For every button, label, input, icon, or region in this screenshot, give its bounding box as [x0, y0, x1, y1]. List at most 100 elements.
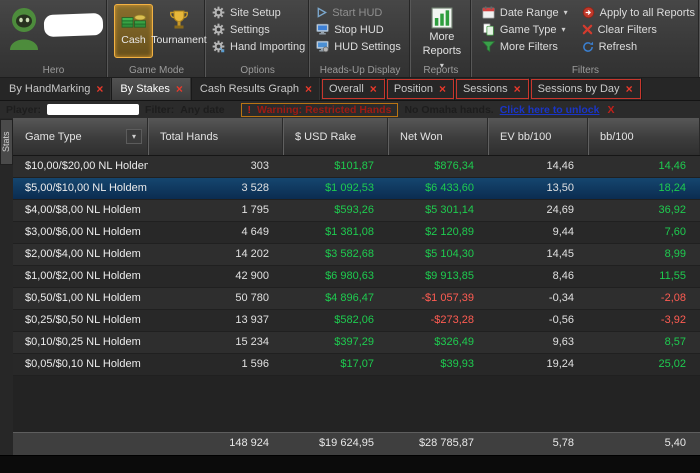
tab-by-stakes[interactable]: By Stakes × [112, 78, 192, 100]
totals-row: 148 924 $19 624,95 $28 785,87 5,78 5,40 [13, 432, 700, 455]
column-header-game-type[interactable]: Game Type ▾ [13, 118, 148, 155]
table-row[interactable]: $0,50/$1,00 NL Holdem 50 780 $4 896,47 -$1 … [13, 288, 700, 310]
tab-close-icon[interactable]: × [176, 83, 183, 95]
tournament-button[interactable]: Tournament [151, 4, 207, 58]
tab-position[interactable]: Position × [386, 78, 455, 100]
tab-close-icon[interactable]: × [370, 83, 377, 95]
hand-importing-label: Hand Importing [230, 40, 306, 53]
warning-close-button[interactable]: X [607, 104, 614, 116]
start-hud-item[interactable]: Start HUD [316, 4, 406, 21]
more-filters-label: More Filters [499, 40, 558, 53]
settings-item[interactable]: Settings [212, 21, 305, 38]
table-row[interactable]: $0,05/$0,10 NL Holdem 1 596 $17,07 $39,93 19… [13, 354, 700, 376]
tab-label: Sessions by Day [537, 83, 620, 95]
column-header-usd-rake[interactable]: $ USD Rake [283, 118, 388, 155]
calendar-icon [482, 6, 495, 19]
hand-importing-item[interactable]: Hand Importing [212, 38, 305, 55]
main-area: Stats Game Type ▾ Total Hands $ USD Rake… [0, 118, 700, 455]
cell-net-won: $9 913,85 [425, 270, 474, 282]
ribbon-group-filters: Date Range ▾ Game Type ▾ More Filters Ap… [472, 0, 700, 77]
column-header-net-won[interactable]: Net Won [388, 118, 488, 155]
table-row[interactable]: $1,00/$2,00 NL Holdem 42 900 $6 980,63 $9 9… [13, 266, 700, 288]
unlock-link[interactable]: Click here to unlock [500, 104, 600, 116]
cell-total-hands: 1 795 [241, 204, 269, 216]
ribbon-group-game-mode: Cash Tournament Game Mode [108, 0, 207, 77]
table-row[interactable]: $10,00/$20,00 NL Holdem 303 $101,87 $876,34… [13, 156, 700, 178]
tab-by-handmarking[interactable]: By HandMarking × [1, 78, 113, 100]
filters-left-column: Date Range ▾ Game Type ▾ More Filters [481, 4, 568, 63]
ribbon-group-hero: Hero [0, 0, 108, 77]
apply-all-reports-item[interactable]: Apply to all Reports [582, 4, 695, 21]
column-header-bb100[interactable]: bb/100 [588, 118, 700, 155]
group-label-game-mode: Game Mode [128, 65, 185, 76]
cell-total-hands: 1 596 [241, 358, 269, 370]
redacted-hero-name [43, 12, 104, 38]
cell-game-type: $2,00/$4,00 NL Holdem [25, 248, 141, 260]
site-setup-item[interactable]: Site Setup [212, 4, 305, 21]
cell-net-won: -$273,28 [430, 314, 474, 326]
tab-cash-results-graph[interactable]: Cash Results Graph × [192, 78, 321, 100]
hud-settings-label: HUD Settings [334, 40, 401, 53]
chevron-down-icon: ▾ [131, 132, 136, 141]
cell-total-hands: 14 202 [235, 248, 269, 260]
tab-sessions-by-day[interactable]: Sessions by Day × [530, 78, 642, 100]
monitor-settings-icon [316, 40, 329, 53]
chevron-down-icon: ▾ [563, 8, 568, 17]
site-setup-label: Site Setup [230, 6, 281, 19]
game-type-filter-label: Game Type [499, 23, 557, 36]
table-row[interactable]: $4,00/$8,00 NL Holdem 1 795 $593,26 $5 301,… [13, 200, 700, 222]
cell-bb100: 8,57 [664, 336, 686, 348]
tab-close-icon[interactable]: × [96, 83, 103, 95]
table-row[interactable]: $0,10/$0,25 NL Holdem 15 234 $397,29 $326,4… [13, 332, 700, 354]
table-row[interactable]: $2,00/$4,00 NL Holdem 14 202 $3 582,68 $5 1… [13, 244, 700, 266]
cell-ev-bb100: 24,69 [546, 204, 574, 216]
cell-total-hands: 50 780 [235, 292, 269, 304]
cell-ev-bb100: 14,46 [546, 160, 574, 172]
cell-net-won: -$1 057,39 [421, 292, 474, 304]
cell-total-hands: 4 649 [241, 226, 269, 238]
stop-hud-item[interactable]: Stop HUD [316, 21, 406, 38]
bottom-bar [0, 455, 700, 473]
column-filter-button[interactable]: ▾ [126, 129, 142, 144]
cell-total-hands: 15 234 [235, 336, 269, 348]
tab-overall[interactable]: Overall × [321, 78, 386, 100]
cell-net-won: $6 433,60 [425, 182, 474, 194]
chart-icon [431, 7, 453, 29]
cell-usd-rake: $101,87 [334, 160, 374, 172]
start-hud-label: Start HUD [332, 6, 383, 19]
cell-game-type: $3,00/$6,00 NL Holdem [25, 226, 141, 238]
game-type-filter-item[interactable]: Game Type ▾ [482, 21, 568, 38]
tab-close-icon[interactable]: × [514, 83, 521, 95]
group-label-options: Options [240, 65, 275, 76]
cash-icon [121, 9, 147, 31]
column-header-total-hands[interactable]: Total Hands [148, 118, 283, 155]
table-row[interactable]: $0,25/$0,50 NL Holdem 13 937 $582,06 -$273,… [13, 310, 700, 332]
hud-settings-item[interactable]: HUD Settings [316, 38, 406, 55]
cell-bb100: 11,55 [659, 270, 686, 282]
cell-bb100: -3,92 [660, 314, 686, 326]
clear-filters-item[interactable]: Clear Filters [582, 21, 695, 38]
more-reports-button[interactable]: More Reports ▾ [417, 4, 467, 70]
cell-ev-bb100: 19,24 [546, 358, 574, 370]
tab-close-icon[interactable]: × [305, 83, 312, 95]
column-header-ev-bb100[interactable]: EV bb/100 [488, 118, 588, 155]
cash-button[interactable]: Cash [114, 4, 153, 58]
group-label-hud: Heads-Up Display [319, 65, 401, 76]
tab-close-icon[interactable]: × [626, 83, 633, 95]
ribbon-group-options: Site Setup Settings Hand Importing Optio… [206, 0, 311, 77]
stats-side-tab[interactable]: Stats [0, 119, 13, 165]
cell-total-hands: 3 528 [241, 182, 269, 194]
more-filters-item[interactable]: More Filters [481, 38, 568, 55]
table-row[interactable]: $5,00/$10,00 NL Holdem 3 528 $1 092,53 $6 4… [13, 178, 700, 200]
table-row[interactable]: $3,00/$6,00 NL Holdem 4 649 $1 381,08 $2 12… [13, 222, 700, 244]
refresh-item[interactable]: Refresh [582, 38, 695, 55]
tab-sessions[interactable]: Sessions × [455, 78, 530, 100]
cell-total-hands: 13 937 [235, 314, 269, 326]
tab-close-icon[interactable]: × [439, 83, 446, 95]
warning-detail: No Omaha hands. [404, 103, 494, 116]
cell-game-type: $4,00/$8,00 NL Holdem [25, 204, 141, 216]
cell-game-type: $0,50/$1,00 NL Holdem [25, 292, 141, 304]
monitor-icon [316, 23, 329, 36]
date-range-item[interactable]: Date Range ▾ [482, 4, 568, 21]
refresh-icon [582, 41, 594, 53]
